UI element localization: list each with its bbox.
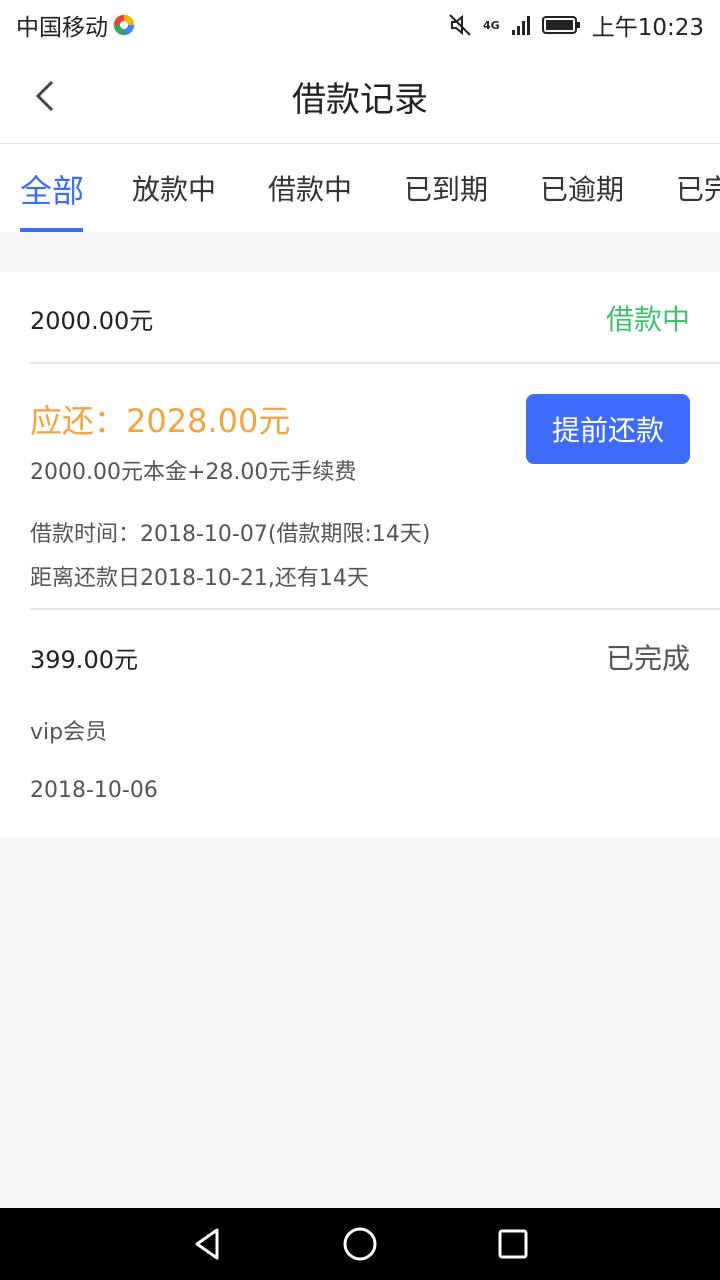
record-amount: 399.00元: [30, 645, 138, 674]
page-title: 借款记录: [292, 80, 428, 120]
signal-icon: [511, 16, 530, 35]
record-amount: 2000.00元: [30, 306, 154, 335]
record-header[interactable]: 399.00元 已完成: [30, 637, 690, 677]
repay-countdown: 距离还款日2018-10-21,还有14天: [30, 566, 369, 591]
status-icons: 4G 上午10:23: [447, 8, 704, 42]
status-bar: 中国移动 4G 上午10:23: [0, 0, 720, 50]
tab-completed[interactable]: 已完: [676, 168, 720, 208]
record-date: 2018-10-06: [30, 778, 158, 803]
early-repay-button[interactable]: 提前还款: [526, 394, 690, 464]
tab-borrowing[interactable]: 借款中: [268, 168, 352, 208]
divider: [30, 608, 720, 610]
nav-bar: 借款记录: [0, 50, 720, 144]
loan-time: 借款时间：2018-10-07(借款期限:14天): [30, 522, 431, 547]
active-tab-indicator: [20, 228, 83, 232]
tab-bar: 全部 放款中 借款中 已到期 已逾期 已完: [0, 144, 720, 232]
battery-icon: [541, 16, 580, 34]
carrier-logo-icon: [113, 14, 135, 36]
tab-disbursing[interactable]: 放款中: [132, 168, 216, 208]
record-description: vip会员: [30, 720, 108, 745]
back-triangle-icon[interactable]: [189, 1226, 225, 1262]
system-nav-bar: [0, 1208, 720, 1280]
status-badge: 已完成: [605, 642, 690, 675]
status-badge: 借款中: [605, 303, 690, 336]
tab-all[interactable]: 全部: [20, 166, 84, 212]
home-circle-icon[interactable]: [342, 1226, 378, 1262]
divider: [30, 362, 720, 364]
recents-square-icon[interactable]: [495, 1226, 531, 1262]
carrier: 中国移动: [16, 8, 136, 42]
network-label: 4G: [483, 18, 500, 32]
tab-expired[interactable]: 已到期: [404, 168, 488, 208]
due-breakdown: 2000.00元本金+28.00元手续费: [30, 460, 357, 485]
carrier-name: 中国移动: [16, 15, 108, 41]
mute-icon: [449, 14, 471, 36]
record-header[interactable]: 2000.00元 借款中: [30, 298, 690, 338]
records-list: 2000.00元 借款中 应还：2028.00元 2000.00元本金+28.0…: [0, 272, 720, 837]
clock: 上午10:23: [591, 15, 704, 41]
due-amount: 应还：2028.00元: [30, 402, 291, 440]
tab-overdue[interactable]: 已逾期: [540, 168, 624, 208]
